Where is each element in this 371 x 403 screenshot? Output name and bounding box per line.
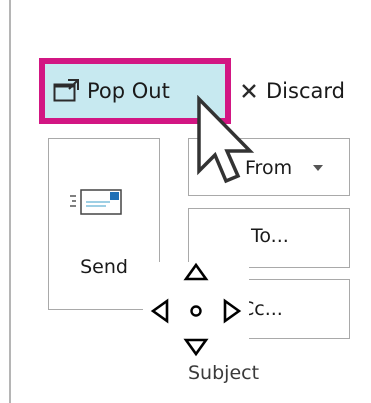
window-border <box>9 0 11 403</box>
popout-window-icon <box>53 79 79 102</box>
discard-label: Discard <box>266 79 345 103</box>
compose-window-fragment: Pop Out Discard Send From To... Cc... Su… <box>0 0 371 403</box>
mouse-pointer-icon <box>197 95 255 184</box>
to-label: To... <box>251 225 289 247</box>
subject-label: Subject <box>188 362 260 384</box>
to-button[interactable]: To... <box>188 208 350 268</box>
popout-button[interactable]: Pop Out <box>53 73 170 109</box>
chevron-down-icon <box>313 165 323 171</box>
envelope-send-icon <box>70 189 122 215</box>
move-indicator <box>143 262 249 360</box>
popout-label: Pop Out <box>87 79 170 103</box>
move-arrows-icon <box>150 262 242 357</box>
